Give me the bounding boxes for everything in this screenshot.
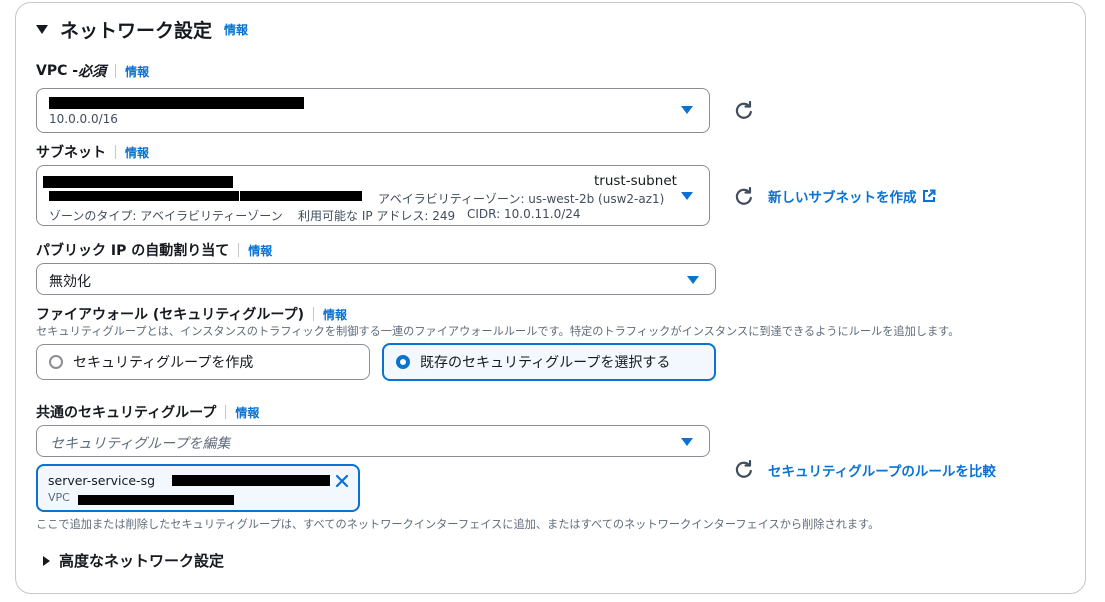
divider [313, 307, 314, 321]
firewall-info-link[interactable]: 情報 [323, 306, 347, 323]
public-ip-info-link[interactable]: 情報 [248, 242, 272, 259]
collapse-caret-icon[interactable] [36, 25, 48, 34]
public-ip-value: 無効化 [49, 274, 91, 290]
common-sg-label: 共通のセキュリティグループ [36, 405, 217, 421]
firewall-label-row: ファイアウォール (セキュリティグループ) 情報 [36, 304, 347, 324]
radio-create-security-group[interactable]: セキュリティグループを作成 [36, 344, 370, 380]
subnet-zone-type: ゾーンのタイプ: アベイラビリティーゾーン [49, 209, 283, 223]
security-group-placeholder: セキュリティグループを編集 [50, 436, 231, 452]
section-header[interactable]: ネットワーク設定 情報 [36, 16, 248, 43]
dropdown-caret-icon [681, 438, 693, 446]
vpc-required: 必須 [78, 64, 107, 80]
vpc-label-row: VPC - 必須 情報 [36, 61, 149, 81]
divider [238, 243, 240, 257]
section-title: ネットワーク設定 [60, 20, 213, 42]
vpc-cidr: 10.0.0.0/16 [49, 112, 118, 126]
public-ip-label: パブリック IP の自動割り当て [36, 243, 230, 259]
subnet-label: サブネット [36, 145, 106, 161]
refresh-icon[interactable] [734, 186, 754, 206]
token-group-name: server-service-sg [48, 473, 156, 488]
subnet-available-ip: 利用可能な IP アドレス: 249 [298, 209, 456, 223]
create-subnet-link[interactable]: 新しいサブネットを作成 [768, 186, 936, 206]
subnet-info-link[interactable]: 情報 [125, 144, 149, 161]
subnet-label-row: サブネット 情報 [36, 142, 149, 162]
compare-sg-rules-link[interactable]: セキュリティグループのルールを比較 [768, 460, 996, 480]
divider [225, 405, 227, 419]
public-ip-label-row: パブリック IP の自動割り当て 情報 [36, 240, 272, 260]
redacted-vpc-id [49, 97, 304, 109]
subnet-az: アベイラビリティーゾーン: us-west-2b (usw2-az1) [378, 192, 665, 206]
common-sg-label-row: 共通のセキュリティグループ 情報 [36, 402, 259, 422]
dropdown-caret-icon [681, 192, 693, 200]
token-vpc: VPC [48, 491, 70, 504]
dropdown-caret-icon [681, 106, 693, 114]
vpc-label: VPC - [36, 63, 79, 79]
radio-unchecked-icon[interactable] [49, 355, 63, 369]
radio-create-label: セキュリティグループを作成 [73, 355, 254, 371]
remove-token-close-icon[interactable] [335, 474, 349, 488]
subnet-cidr: CIDR: 10.0.11.0/24 [467, 207, 581, 221]
redacted-subnet-id [43, 176, 233, 188]
advanced-network-settings-toggle[interactable]: 高度なネットワーク設定 [43, 550, 224, 571]
divider [115, 64, 117, 78]
firewall-label: ファイアウォール (セキュリティグループ) [36, 307, 304, 323]
section-info-link[interactable]: 情報 [224, 21, 248, 38]
dropdown-caret-icon [687, 276, 699, 284]
radio-existing-label: 既存のセキュリティグループを選択する [420, 355, 671, 371]
radio-checked-icon[interactable] [396, 355, 410, 369]
security-group-multiselect[interactable]: セキュリティグループを編集 [36, 425, 710, 457]
external-link-icon [922, 189, 935, 202]
public-ip-select[interactable]: 無効化 [36, 263, 716, 295]
advanced-title: 高度なネットワーク設定 [59, 552, 225, 570]
selected-security-group-token: server-service-sg VPC [36, 464, 360, 512]
divider [115, 145, 116, 159]
vpc-info-link[interactable]: 情報 [125, 63, 149, 80]
security-group-footnote: ここで追加または削除したセキュリティグループは、すべてのネットワークインターフェ… [36, 518, 880, 531]
redacted-vpc-id [78, 495, 234, 505]
subnet-name: trust-subnet [594, 173, 677, 189]
refresh-icon[interactable] [734, 100, 754, 120]
common-sg-info-link[interactable]: 情報 [235, 404, 259, 421]
subnet-select[interactable]: trust-subnet アベイラビリティーゾーン: us-west-2b (u… [36, 165, 710, 226]
radio-select-existing-security-group[interactable]: 既存のセキュリティグループを選択する [382, 343, 716, 381]
expand-caret-icon[interactable] [43, 555, 50, 566]
redacted-subnet-detail [49, 191, 239, 201]
redacted-subnet-detail [240, 191, 362, 201]
vpc-select[interactable]: 10.0.0.0/16 [36, 88, 710, 133]
refresh-icon[interactable] [734, 459, 754, 479]
firewall-description: セキュリティグループとは、インスタンスのトラフィックを制御する一連のファイアウォ… [36, 325, 960, 338]
create-subnet-label[interactable]: 新しいサブネットを作成 [768, 186, 917, 206]
redacted-sg-id [172, 475, 330, 486]
